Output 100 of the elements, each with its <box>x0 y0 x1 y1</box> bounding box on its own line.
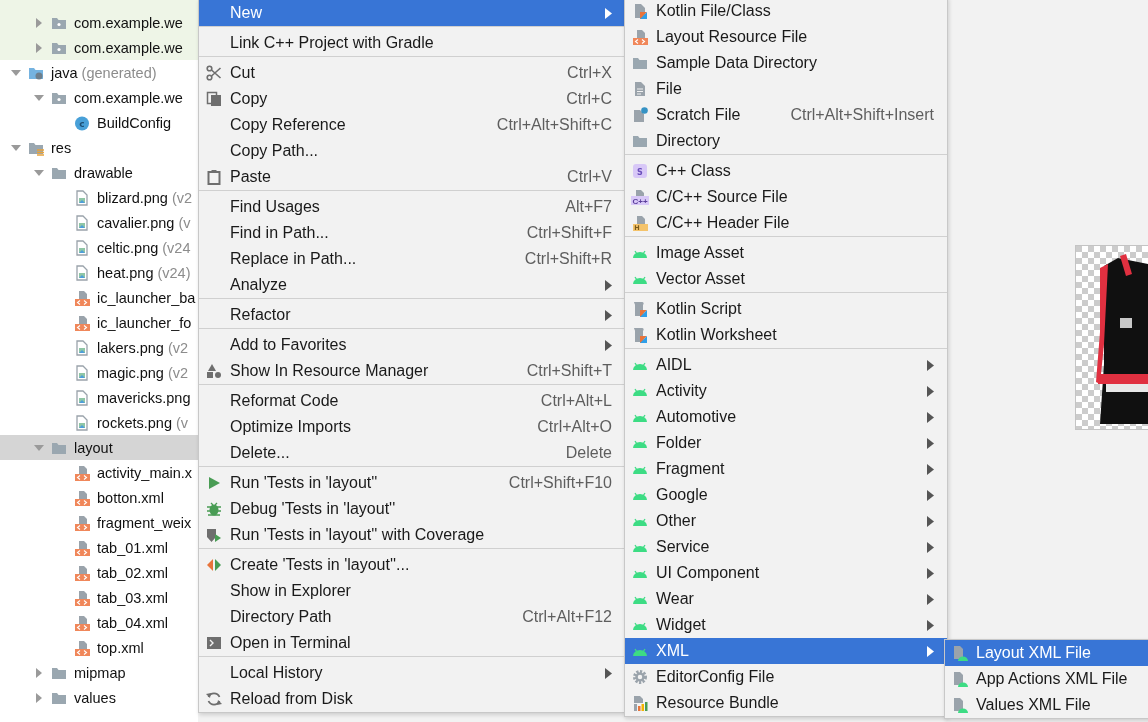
chart-file-icon <box>632 695 648 711</box>
image-file-icon <box>74 389 90 406</box>
tree-item[interactable]: blizard.png (v2 <box>0 185 198 210</box>
tree-item[interactable]: fragment_weix <box>0 510 198 535</box>
menu-item[interactable]: Image Asset <box>625 240 947 266</box>
menu-item[interactable]: Local History <box>199 660 625 686</box>
menu-item[interactable]: Open in Terminal <box>199 630 625 656</box>
tree-item[interactable]: java (generated) <box>0 60 198 85</box>
menu-item[interactable]: Directory Path Ctrl+Alt+F12 <box>199 604 625 630</box>
menu-item[interactable]: Show In Resource Manager Ctrl+Shift+T <box>199 358 625 384</box>
menu-item[interactable]: Refactor <box>199 302 625 328</box>
image-file-icon <box>74 339 90 356</box>
menu-item[interactable]: Replace in Path... Ctrl+Shift+R <box>199 246 625 272</box>
menu-item[interactable]: C++ C/C++ Source File <box>625 184 947 210</box>
menu-item[interactable]: New <box>199 0 625 26</box>
menu-item[interactable]: Run 'Tests in 'layout'' Ctrl+Shift+F10 <box>199 470 625 496</box>
tree-item[interactable]: res <box>0 135 198 160</box>
tree-item[interactable]: celtic.png (v24 <box>0 235 198 260</box>
menu-item[interactable]: File <box>625 76 947 102</box>
folder-icon <box>632 133 648 149</box>
menu-item[interactable]: Sample Data Directory <box>625 50 947 76</box>
menu-item[interactable]: App Actions XML File <box>945 666 1148 692</box>
tree-item[interactable]: com.example.we <box>0 35 198 60</box>
shortcut-label: Delete <box>565 444 612 462</box>
tree-item[interactable]: top.xml <box>0 635 198 660</box>
menu-item[interactable]: Directory <box>625 128 947 154</box>
menu-item[interactable]: Other <box>625 508 947 534</box>
menu-item[interactable]: Resource Bundle <box>625 690 947 716</box>
menu-item[interactable]: Copy Reference Ctrl+Alt+Shift+C <box>199 112 625 138</box>
menu-item[interactable]: Reload from Disk <box>199 686 625 712</box>
menu-item[interactable]: Debug 'Tests in 'layout'' <box>199 496 625 522</box>
kotlin-script-icon <box>632 301 648 317</box>
tree-item[interactable]: ic_launcher_fo <box>0 310 198 335</box>
shortcut-label: Ctrl+Alt+L <box>540 392 612 410</box>
menu-item[interactable]: Create 'Tests in 'layout''... <box>199 552 625 578</box>
tree-item[interactable]: tab_01.xml <box>0 535 198 560</box>
tree-item[interactable]: ic_launcher_ba <box>0 285 198 310</box>
menu-item[interactable]: Find Usages Alt+F7 <box>199 194 625 220</box>
tree-item[interactable]: lakers.png (v2 <box>0 335 198 360</box>
menu-item[interactable]: Kotlin File/Class <box>625 0 947 24</box>
menu-item[interactable]: Kotlin Worksheet <box>625 322 947 348</box>
class-icon: c <box>74 114 90 131</box>
menu-item[interactable]: Find in Path... Ctrl+Shift+F <box>199 220 625 246</box>
menu-item[interactable]: Reformat Code Ctrl+Alt+L <box>199 388 625 414</box>
menu-item[interactable]: Show in Explorer <box>199 578 625 604</box>
tree-item[interactable]: tab_04.xml <box>0 610 198 635</box>
xml-file-icon <box>74 539 90 556</box>
menu-item[interactable]: Link C++ Project with Gradle <box>199 30 625 56</box>
menu-item[interactable]: XML <box>625 638 947 664</box>
menu-item[interactable]: Kotlin Script <box>625 296 947 322</box>
menu-item[interactable]: Add to Favorites <box>199 332 625 358</box>
tree-item[interactable]: magic.png (v2 <box>0 360 198 385</box>
menu-item[interactable]: Service <box>625 534 947 560</box>
menu-item[interactable]: Fragment <box>625 456 947 482</box>
menu-item[interactable]: Widget <box>625 612 947 638</box>
version-note: (v24) <box>157 264 191 281</box>
menu-item[interactable]: Google <box>625 482 947 508</box>
tree-item[interactable]: com.example.we <box>0 85 198 110</box>
menu-item[interactable]: Paste Ctrl+V <box>199 164 625 190</box>
tree-item[interactable]: tab_02.xml <box>0 560 198 585</box>
tree-item[interactable]: heat.png (v24) <box>0 260 198 285</box>
menu-item[interactable]: Scratch File Ctrl+Alt+Shift+Insert <box>625 102 947 128</box>
menu-item[interactable]: Run 'Tests in 'layout'' with Coverage <box>199 522 625 548</box>
xml-file-icon <box>74 489 90 506</box>
menu-item[interactable]: Delete... Delete <box>199 440 625 466</box>
tree-item[interactable]: mavericks.png <box>0 385 198 410</box>
menu-item[interactable]: Layout XML File <box>945 640 1148 666</box>
menu-item[interactable]: Copy Ctrl+C <box>199 86 625 112</box>
menu-item[interactable]: Vector Asset <box>625 266 947 292</box>
tree-item[interactable]: activity_main.x <box>0 460 198 485</box>
android-file-icon <box>952 671 968 687</box>
menu-item[interactable]: Automotive <box>625 404 947 430</box>
tree-item[interactable]: tab_03.xml <box>0 585 198 610</box>
shortcut-label: Ctrl+Alt+F12 <box>522 608 612 626</box>
copy-icon <box>206 91 222 107</box>
tree-item[interactable]: mipmap <box>0 660 198 685</box>
tree-item[interactable]: rockets.png (v <box>0 410 198 435</box>
menu-item[interactable]: Copy Path... <box>199 138 625 164</box>
menu-item[interactable]: UI Component <box>625 560 947 586</box>
tree-item[interactable]: layout <box>0 435 198 460</box>
menu-item[interactable]: Layout Resource File <box>625 24 947 50</box>
menu-item[interactable]: Wear <box>625 586 947 612</box>
tree-item[interactable]: com.example.we <box>0 10 198 35</box>
tree-item[interactable]: c BuildConfig <box>0 110 198 135</box>
tree-item[interactable]: drawable <box>0 160 198 185</box>
menu-item[interactable]: Folder <box>625 430 947 456</box>
menu-item[interactable]: EditorConfig File <box>625 664 947 690</box>
menu-item[interactable]: S C++ Class <box>625 158 947 184</box>
menu-item[interactable]: Activity <box>625 378 947 404</box>
menu-item[interactable]: AIDL <box>625 352 947 378</box>
kotlin-script-icon <box>632 327 648 343</box>
play-icon <box>206 475 222 491</box>
clipboard-icon <box>206 169 222 185</box>
menu-item[interactable]: Optimize Imports Ctrl+Alt+O <box>199 414 625 440</box>
tree-item[interactable]: values <box>0 685 198 710</box>
tree-item[interactable]: botton.xml <box>0 485 198 510</box>
tree-item[interactable]: cavalier.png (v <box>0 210 198 235</box>
menu-item[interactable]: Values XML File <box>945 692 1148 718</box>
menu-item[interactable]: Cut Ctrl+X <box>199 60 625 86</box>
menu-item[interactable]: Analyze <box>199 272 625 298</box>
